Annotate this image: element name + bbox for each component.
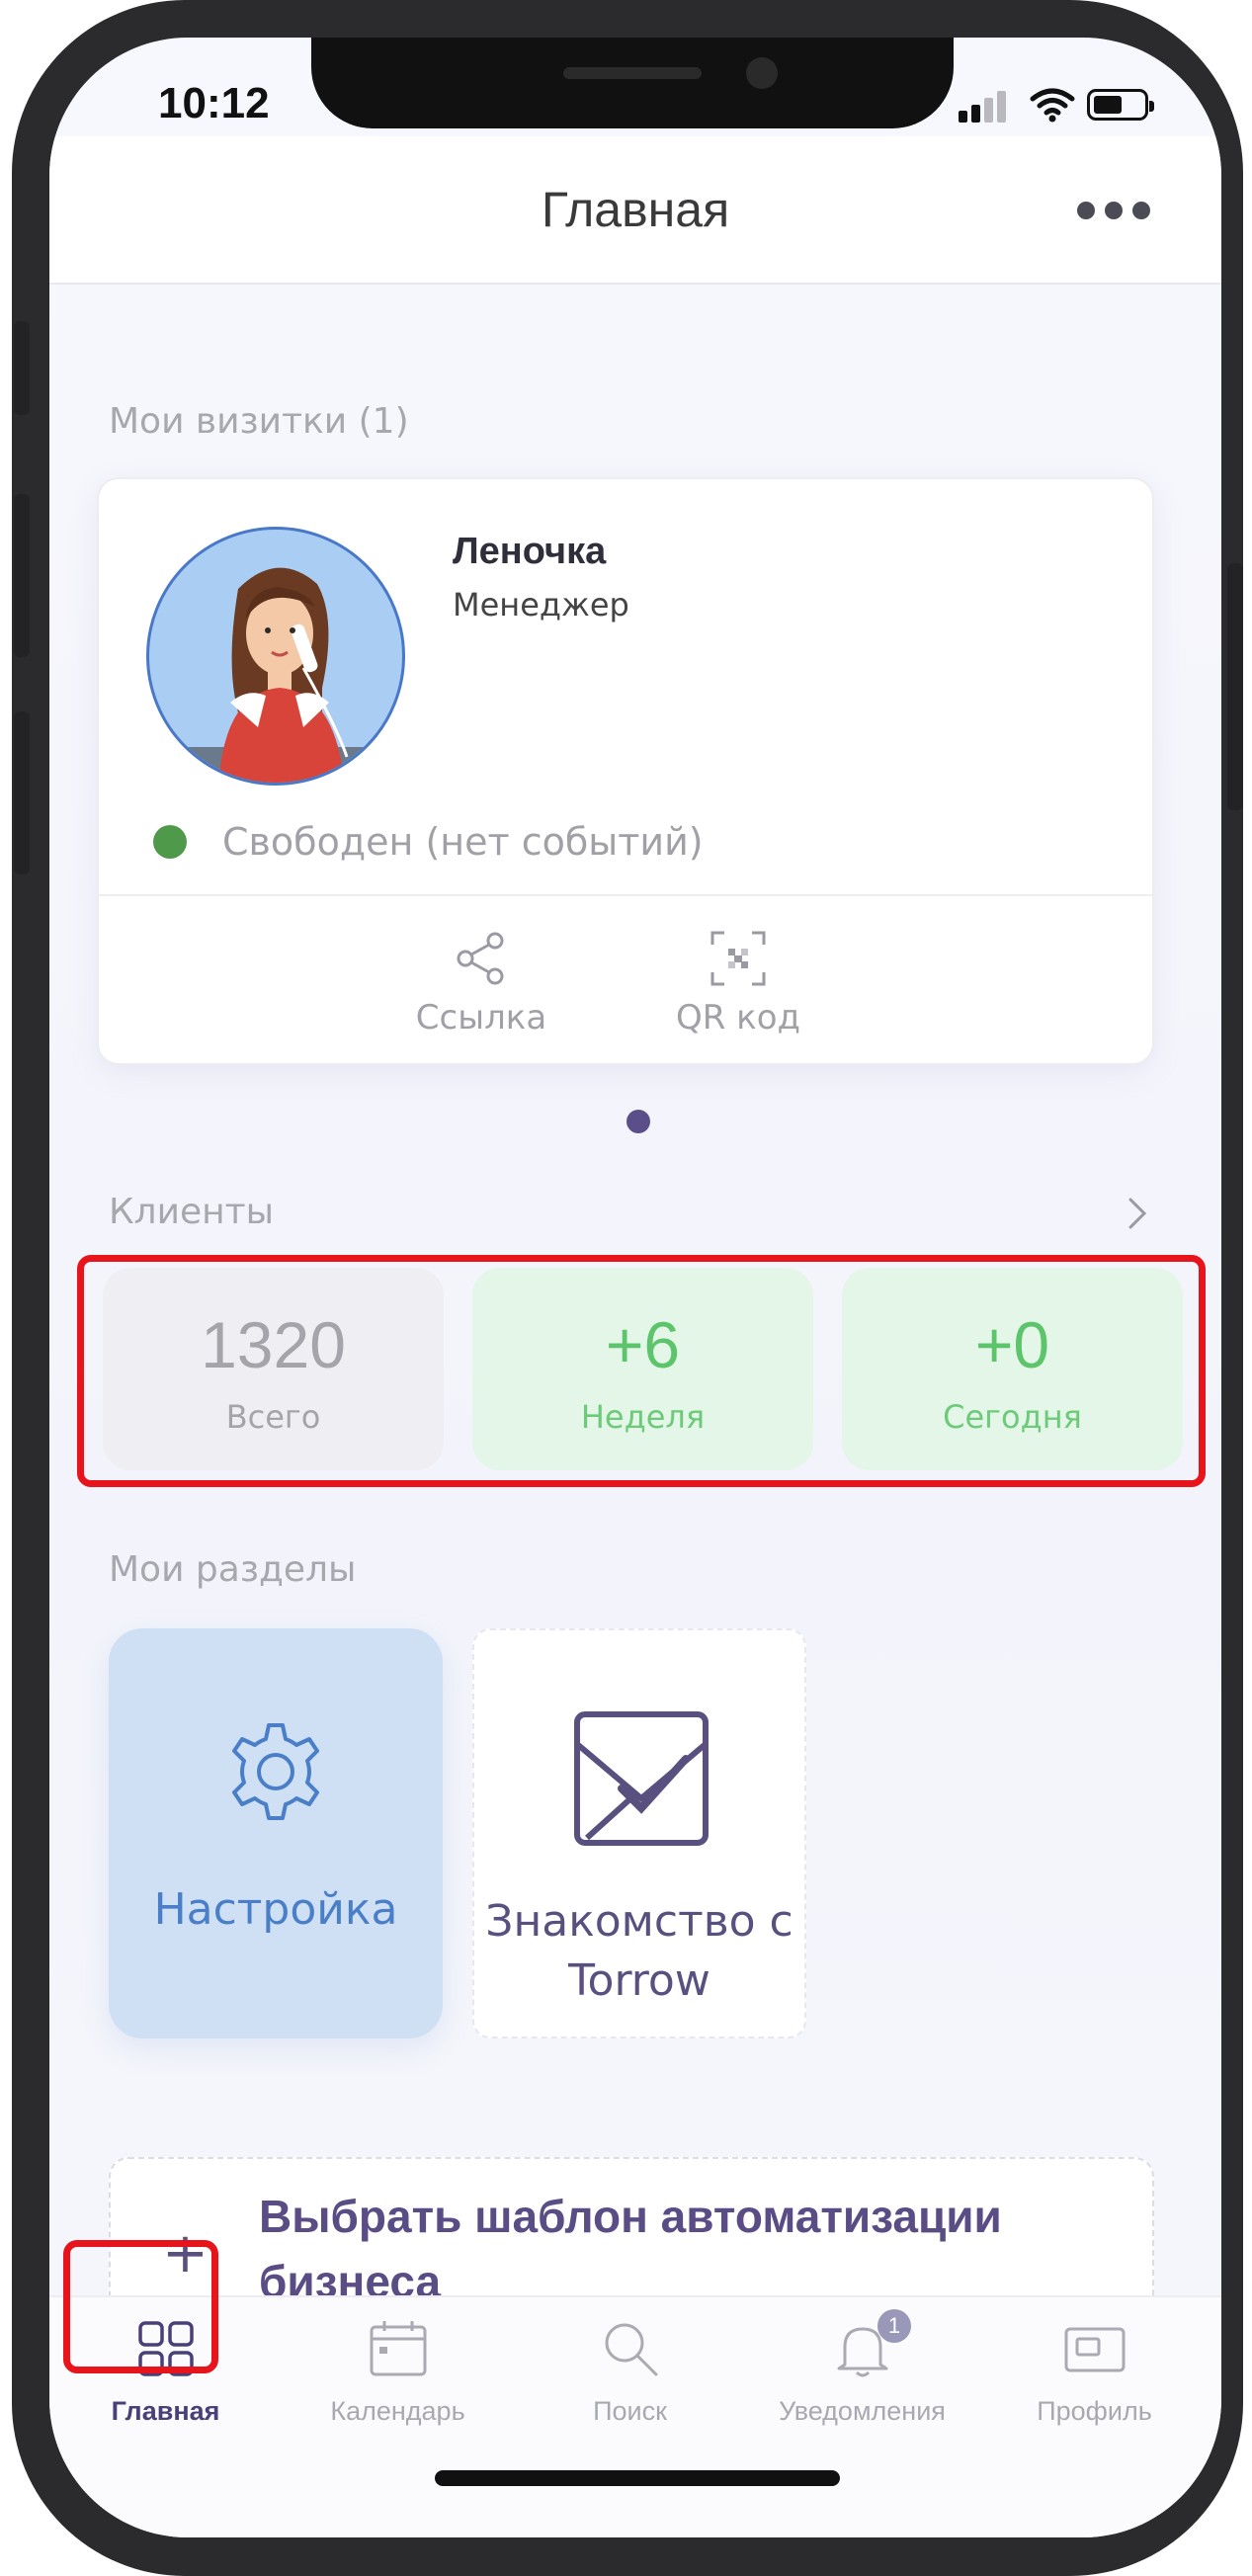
power-button (1227, 563, 1243, 810)
calendar-icon (370, 2321, 427, 2376)
wifi-icon (1030, 88, 1075, 123)
card-role: Менеджер (453, 586, 629, 623)
settings-tile-label: Настройка (153, 1884, 398, 1935)
avatar (146, 527, 405, 786)
qr-code-label: QR код (675, 998, 801, 1038)
page-title: Главная (541, 182, 730, 237)
qr-code-button[interactable]: QR код (629, 914, 847, 1052)
tab-profile[interactable]: Профиль (978, 2297, 1210, 2446)
volume-down-button (14, 711, 30, 874)
home-tab-highlight-frame (63, 2240, 218, 2373)
screen: 10:12 Главная Мои визитки (1) Леночка Ме… (49, 38, 1221, 2537)
stats-highlight-frame (77, 1255, 1206, 1487)
status-text: Свободен (нет событий) (222, 820, 704, 864)
phone-frame: 10:12 Главная Мои визитки (1) Леночка Ме… (12, 0, 1243, 2576)
chevron-right-icon[interactable] (1117, 1194, 1156, 1233)
status-time: 10:12 (158, 79, 270, 127)
tab-bar: Главная Календарь Поиск 1 Уведомления Пр… (49, 2295, 1221, 2537)
signal-icon (997, 91, 1006, 123)
pager-dot[interactable] (626, 1110, 650, 1133)
search-icon (605, 2323, 658, 2376)
app-header: Главная (49, 136, 1221, 285)
card-name: Леночка (453, 531, 607, 572)
battery-icon (1087, 89, 1154, 121)
signal-icon (971, 105, 980, 123)
status-icons (959, 87, 1176, 123)
share-icon (457, 932, 504, 985)
tab-label: Уведомления (779, 2396, 946, 2426)
notch (311, 38, 954, 128)
tab-label: Профиль (1037, 2396, 1152, 2426)
tab-search[interactable]: Поиск (514, 2297, 746, 2446)
qr-code-icon (710, 931, 766, 986)
home-indicator[interactable] (435, 2470, 840, 2486)
silent-switch (14, 321, 30, 415)
tab-calendar[interactable]: Календарь (282, 2297, 514, 2446)
more-options-button[interactable] (1077, 188, 1156, 227)
notification-badge: 1 (877, 2309, 911, 2343)
tab-label: Поиск (593, 2396, 667, 2426)
sections-label: Мои разделы (109, 1549, 357, 1590)
tab-label: Календарь (330, 2396, 465, 2426)
share-link-label: Ссылка (415, 998, 547, 1038)
card-divider (99, 894, 1152, 896)
gear-icon (232, 1723, 319, 1820)
business-card[interactable]: Леночка Менеджер Свободен (нет событий) … (97, 477, 1154, 1065)
intro-torrow-tile[interactable]: Знакомство с Torrow (472, 1628, 806, 2038)
profile-card-icon (1064, 2327, 1126, 2372)
share-link-button[interactable]: Ссылка (373, 914, 590, 1052)
envelope-check-icon (574, 1711, 709, 1846)
intro-tile-label: Знакомство с Torrow (485, 1896, 793, 2006)
clients-section-label: Клиенты (109, 1192, 275, 1232)
signal-icon (959, 111, 967, 123)
avatar-illustration (169, 567, 396, 783)
status-indicator (153, 825, 187, 859)
cards-section-label: Мои визитки (1) (109, 401, 409, 442)
volume-up-button (14, 494, 30, 657)
settings-tile[interactable]: Настройка (109, 1628, 443, 2038)
signal-icon (984, 98, 993, 123)
tab-notifications[interactable]: 1 Уведомления (746, 2297, 978, 2446)
tab-label: Главная (111, 2396, 220, 2426)
